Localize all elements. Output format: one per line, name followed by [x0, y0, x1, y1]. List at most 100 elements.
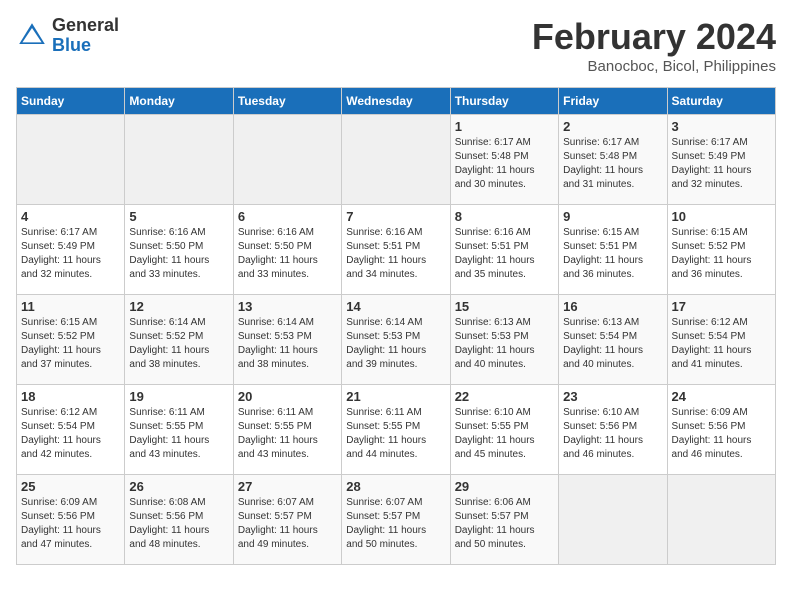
calendar-cell: 4 Sunrise: 6:17 AM Sunset: 5:49 PM Daylig…	[17, 205, 125, 295]
day-info: Sunrise: 6:09 AM Sunset: 5:56 PM Dayligh…	[672, 406, 771, 462]
day-info: Sunrise: 6:14 AM Sunset: 5:53 PM Dayligh…	[346, 316, 445, 372]
day-number: 3	[672, 119, 771, 134]
week-row-1: 4 Sunrise: 6:17 AM Sunset: 5:49 PM Daylig…	[17, 205, 776, 295]
title-area: February 2024 Banocboc, Bicol, Philippin…	[532, 16, 776, 75]
calendar-cell: 3 Sunrise: 6:17 AM Sunset: 5:49 PM Daylig…	[667, 115, 775, 205]
day-number: 15	[455, 299, 554, 314]
calendar-cell: 7 Sunrise: 6:16 AM Sunset: 5:51 PM Daylig…	[342, 205, 450, 295]
calendar-cell: 25 Sunrise: 6:09 AM Sunset: 5:56 PM Dayli…	[17, 475, 125, 565]
header-row: SundayMondayTuesdayWednesdayThursdayFrid…	[17, 88, 776, 115]
day-number: 23	[563, 389, 662, 404]
calendar-cell	[125, 115, 233, 205]
col-header-saturday: Saturday	[667, 88, 775, 115]
day-info: Sunrise: 6:15 AM Sunset: 5:52 PM Dayligh…	[21, 316, 120, 372]
day-number: 29	[455, 479, 554, 494]
day-info: Sunrise: 6:16 AM Sunset: 5:51 PM Dayligh…	[455, 226, 554, 282]
day-number: 19	[129, 389, 228, 404]
calendar-cell: 11 Sunrise: 6:15 AM Sunset: 5:52 PM Dayli…	[17, 295, 125, 385]
day-number: 8	[455, 209, 554, 224]
day-number: 16	[563, 299, 662, 314]
col-header-wednesday: Wednesday	[342, 88, 450, 115]
day-info: Sunrise: 6:16 AM Sunset: 5:51 PM Dayligh…	[346, 226, 445, 282]
location-title: Banocboc, Bicol, Philippines	[532, 58, 776, 75]
day-info: Sunrise: 6:09 AM Sunset: 5:56 PM Dayligh…	[21, 496, 120, 552]
day-info: Sunrise: 6:16 AM Sunset: 5:50 PM Dayligh…	[238, 226, 337, 282]
day-info: Sunrise: 6:12 AM Sunset: 5:54 PM Dayligh…	[672, 316, 771, 372]
day-number: 24	[672, 389, 771, 404]
calendar-cell: 18 Sunrise: 6:12 AM Sunset: 5:54 PM Dayli…	[17, 385, 125, 475]
calendar-cell: 21 Sunrise: 6:11 AM Sunset: 5:55 PM Dayli…	[342, 385, 450, 475]
day-number: 11	[21, 299, 120, 314]
logo-blue-text: Blue	[52, 36, 119, 56]
day-info: Sunrise: 6:12 AM Sunset: 5:54 PM Dayligh…	[21, 406, 120, 462]
calendar-cell	[667, 475, 775, 565]
calendar-cell: 15 Sunrise: 6:13 AM Sunset: 5:53 PM Dayli…	[450, 295, 558, 385]
day-number: 27	[238, 479, 337, 494]
calendar-table: SundayMondayTuesdayWednesdayThursdayFrid…	[16, 87, 776, 565]
calendar-cell: 19 Sunrise: 6:11 AM Sunset: 5:55 PM Dayli…	[125, 385, 233, 475]
day-info: Sunrise: 6:11 AM Sunset: 5:55 PM Dayligh…	[238, 406, 337, 462]
day-info: Sunrise: 6:13 AM Sunset: 5:53 PM Dayligh…	[455, 316, 554, 372]
calendar-cell: 13 Sunrise: 6:14 AM Sunset: 5:53 PM Dayli…	[233, 295, 341, 385]
day-number: 4	[21, 209, 120, 224]
calendar-cell: 14 Sunrise: 6:14 AM Sunset: 5:53 PM Dayli…	[342, 295, 450, 385]
logo-icon	[16, 20, 48, 52]
day-info: Sunrise: 6:07 AM Sunset: 5:57 PM Dayligh…	[238, 496, 337, 552]
day-info: Sunrise: 6:08 AM Sunset: 5:56 PM Dayligh…	[129, 496, 228, 552]
day-number: 18	[21, 389, 120, 404]
day-info: Sunrise: 6:15 AM Sunset: 5:51 PM Dayligh…	[563, 226, 662, 282]
week-row-4: 25 Sunrise: 6:09 AM Sunset: 5:56 PM Dayli…	[17, 475, 776, 565]
col-header-tuesday: Tuesday	[233, 88, 341, 115]
calendar-cell: 1 Sunrise: 6:17 AM Sunset: 5:48 PM Daylig…	[450, 115, 558, 205]
calendar-cell: 23 Sunrise: 6:10 AM Sunset: 5:56 PM Dayli…	[559, 385, 667, 475]
day-number: 10	[672, 209, 771, 224]
day-info: Sunrise: 6:17 AM Sunset: 5:49 PM Dayligh…	[672, 136, 771, 192]
day-info: Sunrise: 6:17 AM Sunset: 5:48 PM Dayligh…	[455, 136, 554, 192]
day-number: 9	[563, 209, 662, 224]
day-info: Sunrise: 6:17 AM Sunset: 5:48 PM Dayligh…	[563, 136, 662, 192]
calendar-cell: 8 Sunrise: 6:16 AM Sunset: 5:51 PM Daylig…	[450, 205, 558, 295]
col-header-monday: Monday	[125, 88, 233, 115]
day-number: 5	[129, 209, 228, 224]
calendar-cell: 6 Sunrise: 6:16 AM Sunset: 5:50 PM Daylig…	[233, 205, 341, 295]
calendar-cell: 17 Sunrise: 6:12 AM Sunset: 5:54 PM Dayli…	[667, 295, 775, 385]
day-number: 7	[346, 209, 445, 224]
calendar-cell: 28Sunrise: 6:07 AM Sunset: 5:57 PM Dayli…	[342, 475, 450, 565]
day-info: Sunrise: 6:11 AM Sunset: 5:55 PM Dayligh…	[346, 406, 445, 462]
col-header-thursday: Thursday	[450, 88, 558, 115]
logo: General Blue	[16, 16, 119, 56]
calendar-cell: 10 Sunrise: 6:15 AM Sunset: 5:52 PM Dayli…	[667, 205, 775, 295]
month-title: February 2024	[532, 16, 776, 58]
day-number: 1	[455, 119, 554, 134]
day-number: 12	[129, 299, 228, 314]
calendar-cell: 27 Sunrise: 6:07 AM Sunset: 5:57 PM Dayli…	[233, 475, 341, 565]
day-number: 26	[129, 479, 228, 494]
day-number: 20	[238, 389, 337, 404]
calendar-cell	[17, 115, 125, 205]
calendar-cell: 12 Sunrise: 6:14 AM Sunset: 5:52 PM Dayli…	[125, 295, 233, 385]
day-number: 6	[238, 209, 337, 224]
day-number: 25	[21, 479, 120, 494]
day-number: 17	[672, 299, 771, 314]
day-info: Sunrise: 6:15 AM Sunset: 5:52 PM Dayligh…	[672, 226, 771, 282]
calendar-cell: 20 Sunrise: 6:11 AM Sunset: 5:55 PM Dayli…	[233, 385, 341, 475]
day-number: 14	[346, 299, 445, 314]
day-info: Sunrise: 6:10 AM Sunset: 5:55 PM Dayligh…	[455, 406, 554, 462]
col-header-sunday: Sunday	[17, 88, 125, 115]
day-info: Sunrise: 6:17 AM Sunset: 5:49 PM Dayligh…	[21, 226, 120, 282]
day-number: 21	[346, 389, 445, 404]
day-info: Sunrise: 6:14 AM Sunset: 5:52 PM Dayligh…	[129, 316, 228, 372]
day-info: Sunrise: 6:14 AM Sunset: 5:53 PM Dayligh…	[238, 316, 337, 372]
day-info: Sunrise: 6:13 AM Sunset: 5:54 PM Dayligh…	[563, 316, 662, 372]
day-number: 13	[238, 299, 337, 314]
day-info: Sunrise: 6:11 AM Sunset: 5:55 PM Dayligh…	[129, 406, 228, 462]
calendar-cell: 5Sunrise: 6:16 AM Sunset: 5:50 PM Daylig…	[125, 205, 233, 295]
week-row-3: 18 Sunrise: 6:12 AM Sunset: 5:54 PM Dayli…	[17, 385, 776, 475]
week-row-2: 11 Sunrise: 6:15 AM Sunset: 5:52 PM Dayli…	[17, 295, 776, 385]
day-number: 28	[346, 479, 445, 494]
calendar-cell: 29 Sunrise: 6:06 AM Sunset: 5:57 PM Dayli…	[450, 475, 558, 565]
day-info: Sunrise: 6:10 AM Sunset: 5:56 PM Dayligh…	[563, 406, 662, 462]
day-info: Sunrise: 6:06 AM Sunset: 5:57 PM Dayligh…	[455, 496, 554, 552]
week-row-0: 1 Sunrise: 6:17 AM Sunset: 5:48 PM Daylig…	[17, 115, 776, 205]
calendar-cell: 24 Sunrise: 6:09 AM Sunset: 5:56 PM Dayli…	[667, 385, 775, 475]
